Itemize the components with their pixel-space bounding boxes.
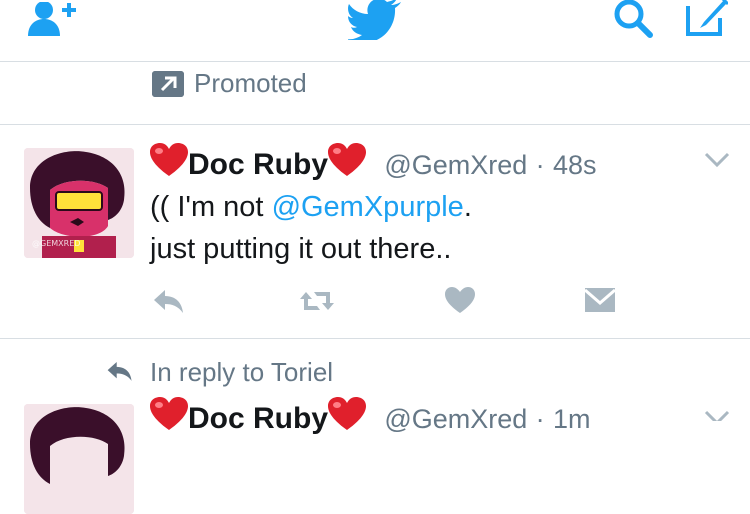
nav-divider	[0, 61, 750, 62]
red-heart-emoji-icon	[150, 143, 188, 176]
chevron-down-icon[interactable]	[704, 152, 730, 168]
promoted-arrow-icon	[152, 71, 184, 97]
handle[interactable]: @GemXred	[384, 404, 527, 434]
search-icon[interactable]	[611, 0, 655, 38]
separator: ·	[535, 404, 545, 434]
reply-icon	[107, 361, 132, 381]
avatar[interactable]: @GEMXRED	[24, 148, 134, 258]
text-period: .	[463, 191, 472, 223]
ruby-avatar-image: @GEMXRED	[24, 148, 134, 258]
separator: ·	[535, 150, 545, 180]
tweet-text-line-2: just putting it out there..	[150, 233, 452, 265]
display-name[interactable]: Doc Ruby	[188, 402, 328, 435]
tweet-text-line-1: (( I'm not @GemXpurple.	[150, 186, 472, 228]
red-heart-emoji-icon	[328, 397, 367, 430]
promoted-label: Promoted	[194, 68, 307, 98]
reply-context-label[interactable]: In reply to Toriel	[150, 357, 333, 388]
timestamp[interactable]: 48s	[553, 150, 597, 180]
tweet-header: Doc Ruby @GemXred · 1m	[150, 397, 591, 436]
chevron-down-icon[interactable]	[704, 410, 730, 421]
add-user-icon[interactable]	[26, 2, 78, 40]
handle[interactable]: @GemXred	[384, 150, 527, 180]
compose-icon[interactable]	[684, 0, 728, 38]
avatar-watermark: @GEMXRED	[32, 239, 80, 248]
twitter-bird-icon[interactable]	[348, 0, 402, 40]
tweet-text: (( I'm not @GemXpurple. just putting it …	[150, 186, 472, 270]
reply-icon[interactable]	[152, 288, 186, 314]
timestamp[interactable]: 1m	[553, 404, 591, 434]
like-icon[interactable]	[445, 287, 475, 314]
tweet-divider	[0, 338, 750, 339]
display-name[interactable]: Doc Ruby	[188, 148, 328, 181]
text-prefix: (( I'm not	[150, 191, 272, 223]
mention-link[interactable]: @GemXpurple	[272, 191, 464, 223]
red-heart-emoji-icon	[150, 397, 188, 430]
direct-message-icon[interactable]	[585, 288, 615, 312]
retweet-icon[interactable]	[298, 288, 336, 314]
red-heart-emoji-icon	[328, 143, 367, 176]
tweet-header: Doc Ruby @GemXred · 48s	[150, 143, 597, 182]
promoted-divider	[0, 124, 750, 125]
